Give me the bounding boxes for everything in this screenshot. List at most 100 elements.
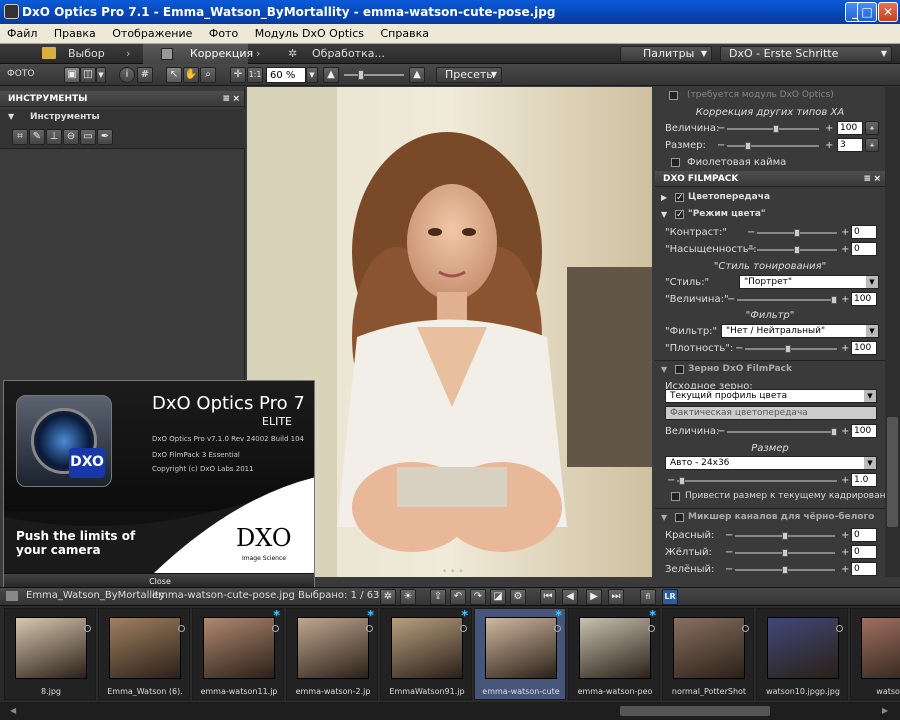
auto-icon[interactable]: ⚹ xyxy=(865,121,879,135)
style-dropdown[interactable]: "Портрет" ▼ xyxy=(739,275,879,289)
splash-close-button[interactable]: Close xyxy=(4,574,314,587)
minus-icon[interactable]: − xyxy=(717,137,725,154)
color-mode-checkbox[interactable] xyxy=(675,207,684,224)
ca-size-slider[interactable] xyxy=(727,142,819,150)
previous-icon[interactable]: ◀ xyxy=(562,589,578,605)
scroll-right-icon[interactable]: ▶ xyxy=(882,706,890,716)
minus-icon[interactable]: − xyxy=(735,340,743,357)
next-icon[interactable]: ▶ xyxy=(586,589,602,605)
grain-amount-slider[interactable] xyxy=(727,428,837,436)
info-icon[interactable]: i xyxy=(119,67,135,83)
plus-icon[interactable]: + xyxy=(841,340,849,357)
purple-fringe-checkbox[interactable] xyxy=(671,158,680,167)
portrait-large-icon[interactable]: ▲ xyxy=(409,67,425,83)
compare-view-icon[interactable]: ◫ xyxy=(80,67,96,83)
color-mode-row[interactable]: ▼ "Режим цвета" xyxy=(655,206,885,224)
zoom-slider[interactable] xyxy=(344,70,404,80)
plus-icon[interactable]: + xyxy=(841,423,849,440)
filmstrip-thumbnail[interactable]: watson10.jpgp.jpg xyxy=(756,608,848,700)
minus-icon[interactable]: − xyxy=(747,224,755,241)
menu-help[interactable]: Справка xyxy=(373,24,434,40)
slider-knob[interactable] xyxy=(782,549,788,557)
zoom-field[interactable]: 60 % xyxy=(266,67,306,83)
close-button[interactable]: ✕ xyxy=(878,2,898,22)
resize-handle[interactable]: • • • xyxy=(442,567,464,577)
plus-icon[interactable]: + xyxy=(841,472,849,489)
slider-knob[interactable] xyxy=(782,566,788,574)
chevron-down-icon[interactable]: ▼ xyxy=(96,67,106,83)
contrast-slider[interactable] xyxy=(757,229,837,237)
filmstrip-thumbnail[interactable]: * emma-watson-2.jp xyxy=(286,608,378,700)
panel-menu-icon[interactable]: ≡ xyxy=(863,171,871,187)
ca-amount-value[interactable]: 100 xyxy=(837,121,863,135)
menu-photo[interactable]: Фото xyxy=(202,24,244,40)
expand-icon[interactable]: ▶ xyxy=(661,189,667,206)
density-slider[interactable] xyxy=(745,345,837,353)
settings-icon[interactable]: ⚙ xyxy=(510,589,526,605)
saturation-value[interactable]: 0 xyxy=(851,242,877,256)
tab-correct[interactable]: Коррекция xyxy=(143,44,253,64)
first-icon[interactable]: ⏮ xyxy=(540,589,556,605)
strength-slider[interactable] xyxy=(737,296,837,304)
plus-icon[interactable]: + xyxy=(841,561,849,577)
minus-icon[interactable]: − xyxy=(717,120,725,137)
plus-icon[interactable]: + xyxy=(825,120,833,137)
frame-icon[interactable]: ▭ xyxy=(80,129,96,145)
slider-knob[interactable] xyxy=(785,345,791,353)
mixer-row[interactable]: ▼ Микшер каналов для чёрно-белого xyxy=(655,509,885,526)
plus-icon[interactable]: + xyxy=(825,137,833,154)
menu-view[interactable]: Отображение xyxy=(105,24,198,40)
filmstrip-thumbnail[interactable]: Emma_Watson (6). xyxy=(98,608,190,700)
plus-icon[interactable]: + xyxy=(841,241,849,258)
minus-icon[interactable]: − xyxy=(717,423,725,440)
eyedropper-icon[interactable]: ✒ xyxy=(97,129,113,145)
filmstrip-thumbnail[interactable]: watson15. xyxy=(850,608,900,700)
size-dropdown[interactable]: Авто - 24x36 ▼ xyxy=(665,456,877,470)
plus-icon[interactable]: + xyxy=(841,544,849,561)
scrollbar-thumb[interactable] xyxy=(887,417,898,527)
zoom-slider-knob[interactable] xyxy=(358,70,364,80)
slider-knob[interactable] xyxy=(831,428,837,436)
grain-amount-value[interactable]: 100 xyxy=(851,424,877,438)
palettes-dropdown[interactable]: Палитры ▼ xyxy=(620,46,712,62)
slider-knob[interactable] xyxy=(773,125,779,133)
actual-color-dropdown[interactable]: Фактическая цветопередача xyxy=(665,406,877,420)
palette-scrollbar[interactable] xyxy=(885,87,900,577)
filter-icon[interactable]: ✲ xyxy=(380,589,396,605)
tag-icon[interactable]: ◪ xyxy=(490,589,506,605)
mixer-green-slider[interactable] xyxy=(735,566,835,574)
bulb-icon[interactable]: ☀ xyxy=(400,589,416,605)
filmstrip-scrollbar[interactable]: ◀ ▶ xyxy=(0,702,900,720)
slider-knob[interactable] xyxy=(794,229,800,237)
scroll-left-icon[interactable]: ◀ xyxy=(10,706,18,716)
minus-icon[interactable]: − xyxy=(747,241,755,258)
filmstrip-thumbnail[interactable]: normal_PotterShot xyxy=(662,608,754,700)
filmstrip-thumbnail[interactable]: * EmmaWatson91.jp xyxy=(380,608,472,700)
grain-row[interactable]: ▼ Зерно DxO FilmPack xyxy=(655,361,885,378)
contrast-value[interactable]: 0 xyxy=(851,225,877,239)
collapse-icon[interactable]: ▼ xyxy=(8,112,14,121)
maximize-button[interactable]: □ xyxy=(857,2,877,22)
color-rendering-checkbox[interactable] xyxy=(675,190,684,207)
filmstrip-thumbnail[interactable]: * emma-watson-peo xyxy=(568,608,660,700)
flickr-icon[interactable]: fl xyxy=(640,589,656,605)
plus-icon[interactable]: + xyxy=(841,224,849,241)
size-number-value[interactable]: 1.0 xyxy=(851,473,877,487)
presets-dropdown[interactable]: Пресеты ▼ xyxy=(436,67,502,83)
filmstrip-thumbnail[interactable]: * emma-watson11.jp xyxy=(192,608,284,700)
portrait-small-icon[interactable]: ▲ xyxy=(323,67,339,83)
mixer-green-value[interactable]: 0 xyxy=(851,562,877,576)
checkbox[interactable] xyxy=(669,91,678,100)
one-to-one-button[interactable]: 1:1 xyxy=(247,67,263,83)
slider-knob[interactable] xyxy=(679,477,685,485)
panel-menu-icon[interactable]: ≡ xyxy=(222,91,230,107)
source-grain-dropdown[interactable]: Текущий профиль цвета ▼ xyxy=(665,389,877,403)
hand-icon[interactable]: ✋ xyxy=(183,67,199,83)
collapse-icon[interactable]: ▼ xyxy=(661,206,667,223)
plus-icon[interactable]: + xyxy=(841,527,849,544)
chevron-down-icon[interactable]: ▼ xyxy=(306,67,318,83)
auto-icon[interactable]: ⚹ xyxy=(865,138,879,152)
tab-process[interactable]: ✲ Обработка... xyxy=(288,44,398,64)
close-icon[interactable]: × xyxy=(873,171,881,187)
zoom-icon[interactable]: ⌕ xyxy=(200,67,216,83)
